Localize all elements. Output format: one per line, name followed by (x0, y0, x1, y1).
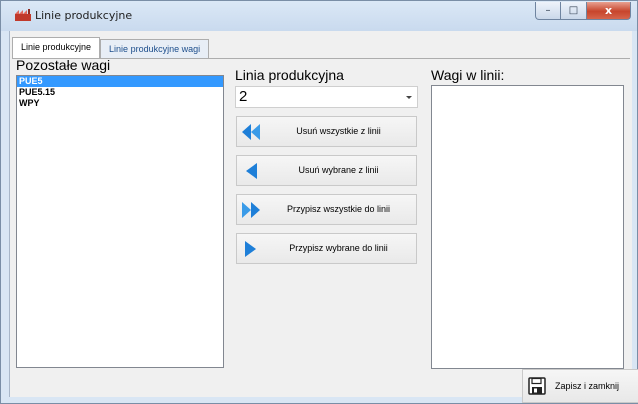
arrow-left-icon (246, 163, 257, 179)
tab-panel: Pozostałe wagi PUE5 PUE5.15 WPY Linia pr… (12, 57, 630, 397)
scales-in-line-label: Wagi w linii: (431, 67, 505, 83)
maximize-button[interactable]: □ (561, 2, 587, 20)
remove-selected-label: Usuń wybrane z linii (298, 165, 379, 175)
assign-all-label: Przypisz wszystkie do linii (286, 204, 391, 214)
save-and-close-label: Zapisz i zamknij (555, 381, 620, 391)
tab-linie-produkcyjne-wagi[interactable]: Linie produkcyjne wagi (100, 39, 210, 59)
remove-selected-button[interactable]: Usuń wybrane z linii (236, 155, 417, 186)
remaining-scales-label: Pozostałe wagi (16, 57, 111, 73)
window-controls: – □ x (535, 2, 631, 20)
chevron-down-icon (406, 96, 412, 99)
save-and-close-button[interactable]: Zapisz i zamknij (522, 369, 638, 403)
remove-all-button[interactable]: Usuń wszystkie z linii (236, 116, 417, 147)
production-line-select[interactable]: 2 (235, 86, 418, 108)
double-arrow-left-icon (242, 124, 260, 140)
remove-all-label: Usuń wszystkie z linii (296, 126, 381, 136)
double-arrow-right-icon (242, 202, 260, 218)
minimize-button[interactable]: – (535, 2, 561, 20)
list-item[interactable]: WPY (17, 98, 223, 109)
list-item[interactable]: PUE5 (17, 76, 223, 87)
window-title: Linie produkcyjne (35, 9, 133, 22)
list-item[interactable]: PUE5.15 (17, 87, 223, 98)
tab-strip: Linie produkcyjne Linie produkcyjne wagi (12, 37, 210, 59)
factory-icon (15, 9, 31, 21)
remaining-scales-list[interactable]: PUE5 PUE5.15 WPY (16, 75, 224, 368)
tab-linie-produkcyjne[interactable]: Linie produkcyjne (12, 37, 101, 59)
minimize-icon: – (545, 5, 551, 16)
production-line-label: Linia produkcyjna (235, 67, 344, 83)
assign-selected-label: Przypisz wybrane do linii (289, 243, 388, 253)
floppy-disk-icon (528, 377, 546, 395)
app-window: Linie produkcyjne – □ x Linie produkcyjn… (0, 0, 638, 404)
client-area: Linie produkcyjne Linie produkcyjne wagi… (9, 31, 638, 403)
maximize-icon: □ (568, 5, 579, 16)
close-button[interactable]: x (587, 2, 631, 20)
title-bar[interactable]: Linie produkcyjne – □ x (1, 1, 637, 31)
close-icon: x (604, 4, 613, 17)
assign-all-button[interactable]: Przypisz wszystkie do linii (236, 194, 417, 225)
production-line-value: 2 (239, 88, 248, 105)
scales-in-line-list[interactable] (431, 85, 624, 369)
arrow-right-icon (245, 241, 256, 257)
assign-selected-button[interactable]: Przypisz wybrane do linii (236, 233, 417, 264)
